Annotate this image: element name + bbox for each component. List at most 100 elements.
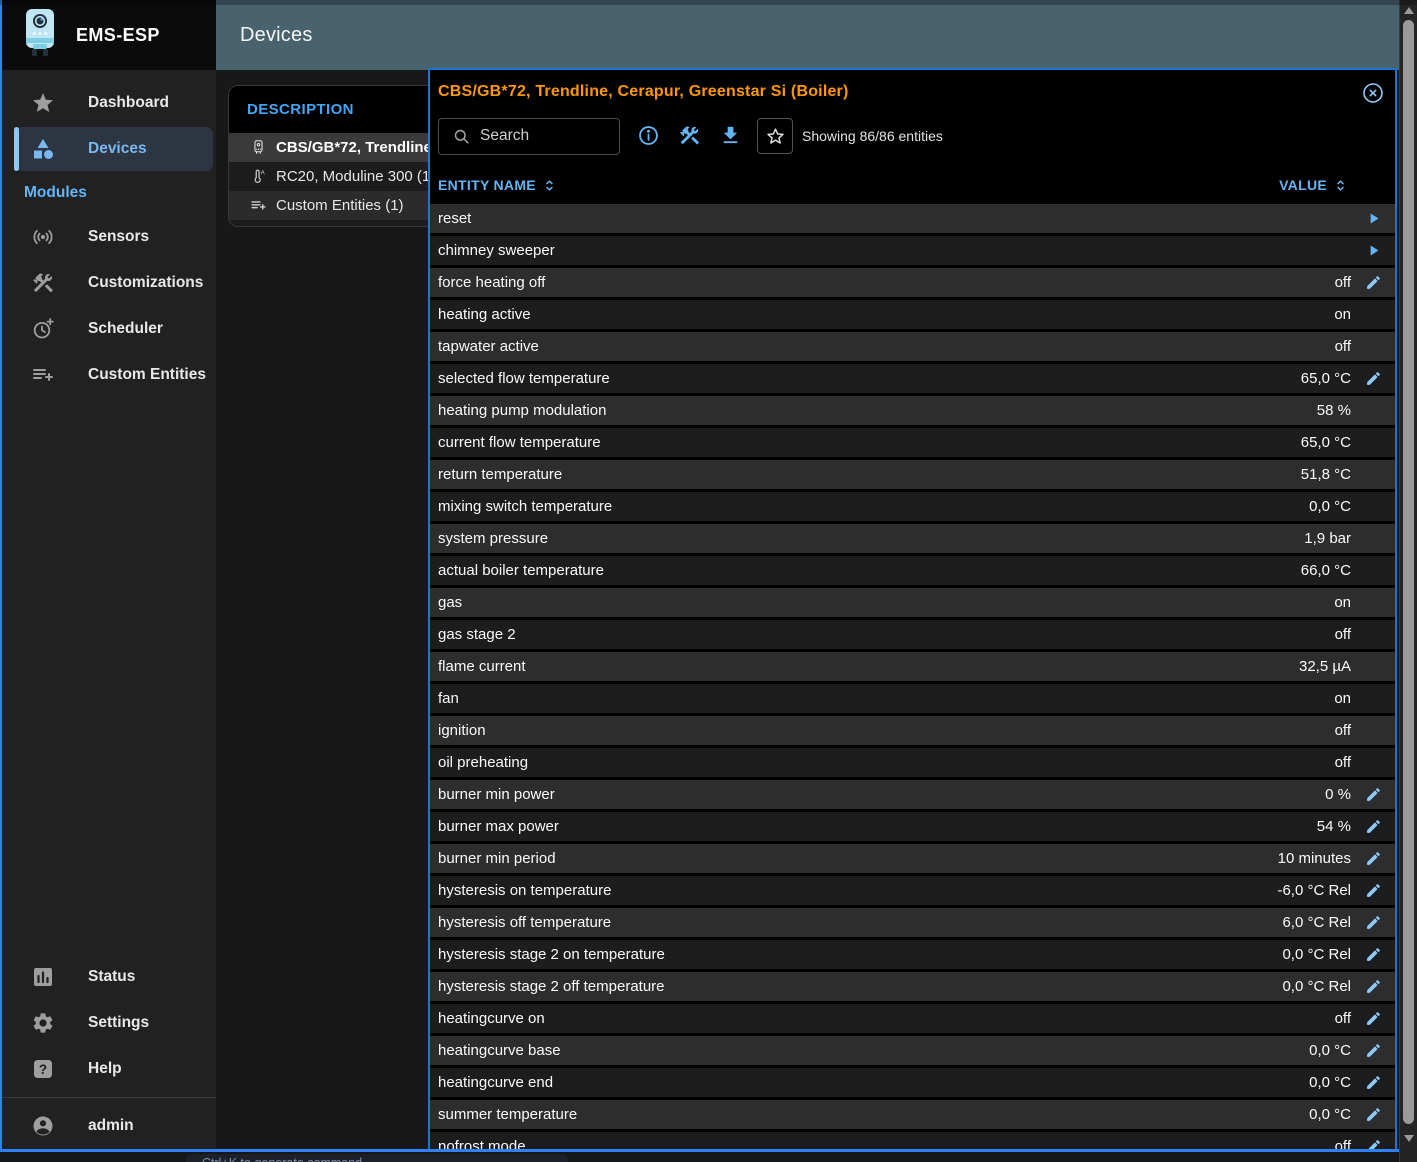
sidebar-item-customizations[interactable]: Customizations: [2, 260, 216, 306]
edit-icon[interactable]: [1365, 978, 1382, 995]
edit-icon[interactable]: [1365, 818, 1382, 835]
table-row[interactable]: return temperature51,8 °C: [430, 460, 1395, 489]
table-row[interactable]: hysteresis on temperature-6,0 °C Rel: [430, 876, 1395, 905]
table-row[interactable]: hysteresis stage 2 on temperature0,0 °C …: [430, 940, 1395, 969]
table-row[interactable]: current flow temperature65,0 °C: [430, 428, 1395, 457]
table-row[interactable]: heatingcurve onoff: [430, 1004, 1395, 1033]
sidebar-item-scheduler[interactable]: Scheduler: [2, 306, 216, 352]
table-row[interactable]: reset: [430, 204, 1395, 233]
edit-icon[interactable]: [1365, 370, 1382, 387]
row-action: [1351, 850, 1395, 867]
table-row[interactable]: hysteresis stage 2 off temperature0,0 °C…: [430, 972, 1395, 1001]
table-row[interactable]: actual boiler temperature66,0 °C: [430, 556, 1395, 585]
table-row[interactable]: heating activeon: [430, 300, 1395, 329]
play-icon[interactable]: [1365, 242, 1382, 259]
device-list-item-rc20-moduline-300-1[interactable]: ARC20, Moduline 300 (1: [229, 162, 429, 191]
sort-icon[interactable]: [1332, 177, 1349, 194]
thermostat-icon: A: [250, 168, 267, 185]
table-row[interactable]: gason: [430, 588, 1395, 617]
row-action: [1351, 914, 1395, 931]
table-row[interactable]: flame current32,5 µA: [430, 652, 1395, 681]
table-row[interactable]: summer temperature0,0 °C: [430, 1100, 1395, 1129]
sidebar-item-sensors[interactable]: Sensors: [2, 214, 216, 260]
entity-value: 0,0 °C Rel: [1282, 978, 1351, 995]
table-row[interactable]: hysteresis off temperature6,0 °C Rel: [430, 908, 1395, 937]
nav-item-label: Customizations: [88, 274, 203, 292]
search-input[interactable]: [480, 127, 610, 145]
edit-icon[interactable]: [1365, 914, 1382, 931]
entity-name: heating pump modulation: [438, 402, 1317, 419]
entity-name: heatingcurve end: [438, 1074, 1309, 1091]
download-button[interactable]: [719, 124, 743, 148]
table-row[interactable]: oil preheatingoff: [430, 748, 1395, 777]
nav-item-label: Devices: [88, 140, 147, 158]
star-icon: [31, 91, 55, 115]
entity-name: hysteresis on temperature: [438, 882, 1277, 899]
edit-icon[interactable]: [1365, 946, 1382, 963]
sort-icon[interactable]: [541, 177, 558, 194]
sidebar-item-custom-entities[interactable]: Custom Entities: [2, 352, 216, 398]
scroll-down-arrow[interactable]: [1404, 1135, 1414, 1142]
row-action: [1351, 978, 1395, 995]
sidebar-item-help[interactable]: ?Help: [2, 1046, 216, 1092]
device-panel-title: CBS/GB*72, Trendline, Cerapur, Greenstar…: [438, 83, 1361, 101]
svg-text:?: ?: [39, 1062, 47, 1077]
table-row[interactable]: burner min power0 %: [430, 780, 1395, 809]
row-action: [1351, 1010, 1395, 1027]
row-action: [1351, 210, 1395, 227]
entity-name: force heating off: [438, 274, 1335, 291]
favorites-toggle-button[interactable]: [757, 118, 793, 154]
edit-icon[interactable]: [1365, 274, 1382, 291]
row-action: [1351, 786, 1395, 803]
edit-icon[interactable]: [1365, 1074, 1382, 1091]
entity-value: 32,5 µA: [1299, 658, 1351, 675]
table-row[interactable]: heatingcurve end0,0 °C: [430, 1068, 1395, 1097]
entity-value: on: [1334, 594, 1351, 611]
table-row[interactable]: selected flow temperature65,0 °C: [430, 364, 1395, 393]
row-action: [1351, 1042, 1395, 1059]
sidebar-user-admin[interactable]: admin: [2, 1103, 216, 1149]
device-list-item-cbs-gb-72-trendline[interactable]: CBS/GB*72, Trendline,: [229, 133, 429, 162]
edit-icon[interactable]: [1365, 1010, 1382, 1027]
info-button[interactable]: [637, 124, 661, 148]
table-row[interactable]: chimney sweeper: [430, 236, 1395, 265]
search-box[interactable]: [438, 118, 620, 155]
entity-name: fan: [438, 690, 1334, 707]
table-row[interactable]: burner min period10 minutes: [430, 844, 1395, 873]
edit-icon[interactable]: [1365, 882, 1382, 899]
table-row[interactable]: burner max power54 %: [430, 812, 1395, 841]
entity-value: 54 %: [1317, 818, 1351, 835]
column-entity-name[interactable]: ENTITY NAME: [438, 177, 558, 194]
scroll-up-arrow[interactable]: [1404, 7, 1414, 14]
sidebar-item-settings[interactable]: Settings: [2, 1000, 216, 1046]
table-row[interactable]: heating pump modulation58 %: [430, 396, 1395, 425]
sidebar-item-status[interactable]: Status: [2, 954, 216, 1000]
table-row[interactable]: mixing switch temperature0,0 °C: [430, 492, 1395, 521]
sidebar-item-devices[interactable]: Devices: [2, 126, 216, 172]
edit-icon[interactable]: [1365, 850, 1382, 867]
edit-icon[interactable]: [1365, 1106, 1382, 1123]
maintenance-button[interactable]: [678, 124, 702, 148]
table-row[interactable]: fanon: [430, 684, 1395, 713]
table-row[interactable]: gas stage 2off: [430, 620, 1395, 649]
page-title: Devices: [216, 24, 313, 47]
table-row[interactable]: tapwater activeoff: [430, 332, 1395, 361]
close-icon[interactable]: [1361, 81, 1385, 105]
sidebar-item-dashboard[interactable]: Dashboard: [2, 80, 216, 126]
entity-name: system pressure: [438, 530, 1304, 547]
edit-icon[interactable]: [1365, 786, 1382, 803]
table-row[interactable]: heatingcurve base0,0 °C: [430, 1036, 1395, 1065]
device-list-header: DESCRIPTION: [229, 86, 429, 133]
play-icon[interactable]: [1365, 210, 1382, 227]
entity-name: burner min period: [438, 850, 1278, 867]
column-value[interactable]: VALUE: [1279, 177, 1349, 194]
table-row[interactable]: ignitionoff: [430, 716, 1395, 745]
scrollbar-thumb[interactable]: [1403, 20, 1414, 1124]
table-row[interactable]: force heating offoff: [430, 268, 1395, 297]
entity-value: off: [1335, 722, 1351, 739]
entity-name: mixing switch temperature: [438, 498, 1309, 515]
device-list-item-custom-entities-1[interactable]: Custom Entities (1): [229, 191, 429, 220]
table-row[interactable]: system pressure1,9 bar: [430, 524, 1395, 553]
row-action: [1351, 946, 1395, 963]
edit-icon[interactable]: [1365, 1042, 1382, 1059]
